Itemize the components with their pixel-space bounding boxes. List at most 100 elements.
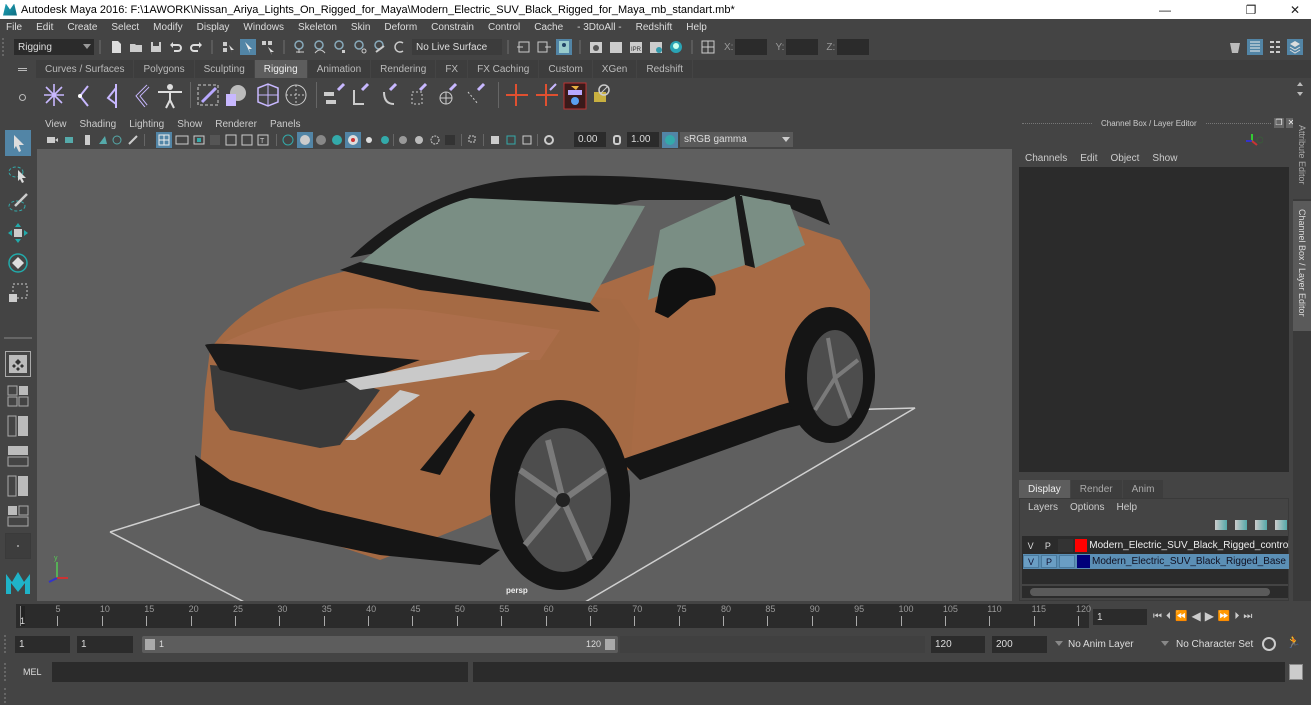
safe-action-icon[interactable] bbox=[241, 134, 253, 146]
ik-spline-icon[interactable] bbox=[106, 84, 117, 108]
go-to-start-icon[interactable]: ⏮ bbox=[1153, 611, 1162, 622]
camera-attributes-icon[interactable] bbox=[65, 137, 73, 143]
set-driven-key-icon[interactable] bbox=[506, 84, 528, 106]
isolate-select-icon[interactable] bbox=[430, 135, 440, 145]
input-ops-icon[interactable] bbox=[516, 39, 532, 55]
open-scene-icon[interactable] bbox=[128, 39, 144, 55]
xray-joints-icon[interactable] bbox=[415, 136, 423, 144]
layer-menu-options[interactable]: Options bbox=[1070, 502, 1104, 513]
viewport-menu-renderer[interactable]: Renderer bbox=[215, 119, 257, 130]
persp-graph-layout-icon[interactable] bbox=[5, 443, 31, 469]
field-chart-icon[interactable] bbox=[225, 134, 237, 146]
hypershade-icon[interactable] bbox=[668, 39, 684, 55]
menu-skeleton[interactable]: Skeleton bbox=[298, 22, 337, 33]
menu-redshift[interactable]: Redshift bbox=[636, 22, 673, 33]
menu-file[interactable]: File bbox=[6, 22, 22, 33]
layer-playback-toggle[interactable]: P bbox=[1040, 539, 1056, 552]
layer-visibility-toggle[interactable]: V bbox=[1023, 539, 1039, 552]
new-layer-selected-icon[interactable] bbox=[1275, 520, 1287, 530]
layer-visibility-toggle[interactable]: V bbox=[1023, 555, 1039, 568]
move-layer-up-icon[interactable] bbox=[1215, 520, 1227, 530]
wireframe-icon[interactable] bbox=[282, 134, 294, 146]
tool-settings-toggle-icon[interactable] bbox=[1267, 39, 1283, 55]
render-settings-icon[interactable] bbox=[648, 39, 664, 55]
grease-pencil-icon[interactable] bbox=[128, 135, 138, 145]
manipulator-axis-icon[interactable] bbox=[1245, 133, 1264, 147]
anim-layer-dropdown[interactable]: No Anim Layer bbox=[1052, 636, 1155, 653]
layer-menu-layers[interactable]: Layers bbox=[1028, 502, 1058, 513]
gate-mask-icon[interactable] bbox=[210, 135, 220, 145]
set-driven-key-2-icon[interactable] bbox=[536, 83, 558, 106]
snap-surface-icon[interactable] bbox=[372, 39, 388, 55]
joint-tool-icon[interactable] bbox=[44, 84, 64, 106]
color-management-icon[interactable] bbox=[662, 132, 678, 148]
viewport-menu-view[interactable]: View bbox=[45, 119, 67, 130]
humanik-icon[interactable] bbox=[158, 84, 182, 109]
y-field[interactable] bbox=[786, 39, 819, 55]
smooth-shade-icon[interactable] bbox=[300, 135, 310, 145]
shelf-menu-icon[interactable] bbox=[18, 68, 27, 69]
menu-control[interactable]: Control bbox=[488, 22, 520, 33]
textured-icon[interactable] bbox=[332, 135, 342, 145]
wireframe-on-shaded-icon[interactable] bbox=[316, 135, 326, 145]
orient-constraint-icon[interactable] bbox=[383, 82, 398, 105]
redo-icon[interactable] bbox=[188, 39, 204, 55]
shelf-tab-fx[interactable]: FX bbox=[436, 60, 469, 78]
bookmark-icon[interactable] bbox=[85, 135, 90, 145]
shelf-editor-icon[interactable] bbox=[19, 94, 26, 101]
film-gate-icon[interactable] bbox=[175, 135, 189, 145]
resolution-gate-icon[interactable] bbox=[193, 135, 205, 145]
custom-layout-icon[interactable] bbox=[5, 533, 31, 559]
persp-outliner-2-layout-icon[interactable] bbox=[5, 473, 31, 499]
side-tab-channel-box[interactable]: Channel Box / Layer Editor bbox=[1293, 201, 1311, 331]
snap-curve-icon[interactable] bbox=[312, 39, 328, 55]
menu-constrain[interactable]: Constrain bbox=[431, 22, 474, 33]
layer-row[interactable]: V P Modern_Electric_SUV_Black_Rigged_con… bbox=[1023, 538, 1289, 553]
save-scene-icon[interactable] bbox=[148, 39, 164, 55]
step-back-key-icon[interactable]: ⏪ bbox=[1175, 611, 1187, 622]
menu-cache[interactable]: Cache bbox=[534, 22, 563, 33]
shelf-tab-fx-caching[interactable]: FX Caching bbox=[468, 60, 540, 78]
xray-icon[interactable] bbox=[399, 136, 407, 144]
play-backward-icon[interactable]: ◀ bbox=[1191, 609, 1200, 623]
output-ops-icon[interactable] bbox=[536, 39, 552, 55]
select-component-icon[interactable] bbox=[260, 39, 276, 55]
shelf-tab-redshift[interactable]: Redshift bbox=[637, 60, 694, 78]
bind-skin-icon[interactable] bbox=[197, 84, 219, 106]
modeling-toolkit-icon[interactable] bbox=[1227, 39, 1243, 55]
exposure-field[interactable]: 0.00 bbox=[574, 132, 606, 147]
viewport-menu-panels[interactable]: Panels bbox=[270, 119, 301, 130]
lattice-icon[interactable] bbox=[257, 83, 279, 107]
shadows-icon[interactable] bbox=[366, 137, 372, 143]
use-all-lights-icon[interactable] bbox=[348, 135, 358, 145]
layer-playback-toggle[interactable]: P bbox=[1041, 555, 1057, 568]
point-constraint-icon[interactable] bbox=[353, 82, 370, 105]
channel-box-menu-object[interactable]: Object bbox=[1111, 153, 1140, 164]
range-end-handle[interactable] bbox=[605, 639, 615, 650]
menu-help[interactable]: Help bbox=[686, 22, 707, 33]
end-time-field[interactable]: 200 bbox=[992, 636, 1047, 653]
render-current-icon[interactable] bbox=[608, 39, 624, 55]
menu-windows[interactable]: Windows bbox=[243, 22, 284, 33]
shelf-scroll-arrows[interactable] bbox=[1297, 82, 1303, 104]
image-plane-icon[interactable] bbox=[99, 136, 107, 144]
shelf-tab-custom[interactable]: Custom bbox=[539, 60, 593, 78]
isolate-objects-icon[interactable] bbox=[506, 135, 516, 145]
menu-create[interactable]: Create bbox=[67, 22, 97, 33]
move-tool-icon[interactable] bbox=[5, 220, 31, 246]
paint-select-tool-icon[interactable] bbox=[5, 190, 31, 216]
float-panel-icon[interactable]: ❐ bbox=[1274, 118, 1284, 128]
safe-title-icon[interactable]: T bbox=[257, 134, 269, 146]
step-back-frame-icon[interactable]: ⏴ bbox=[1166, 611, 1171, 622]
color-space-dropdown[interactable]: sRGB gamma bbox=[680, 132, 793, 147]
playback-end-field[interactable]: 120 bbox=[931, 636, 985, 653]
exposure-icon[interactable] bbox=[544, 135, 554, 145]
layer-horizontal-scrollbar[interactable] bbox=[1022, 586, 1288, 598]
shelf-tab-xgen[interactable]: XGen bbox=[593, 60, 638, 78]
menu-select[interactable]: Select bbox=[111, 22, 139, 33]
channel-box-menu-show[interactable]: Show bbox=[1152, 153, 1177, 164]
move-layer-down-icon[interactable] bbox=[1235, 520, 1247, 530]
2d-pan-zoom-icon[interactable] bbox=[112, 135, 122, 145]
shelf-tab-curves-surfaces[interactable]: Curves / Surfaces bbox=[36, 60, 135, 78]
command-input[interactable] bbox=[52, 662, 468, 682]
